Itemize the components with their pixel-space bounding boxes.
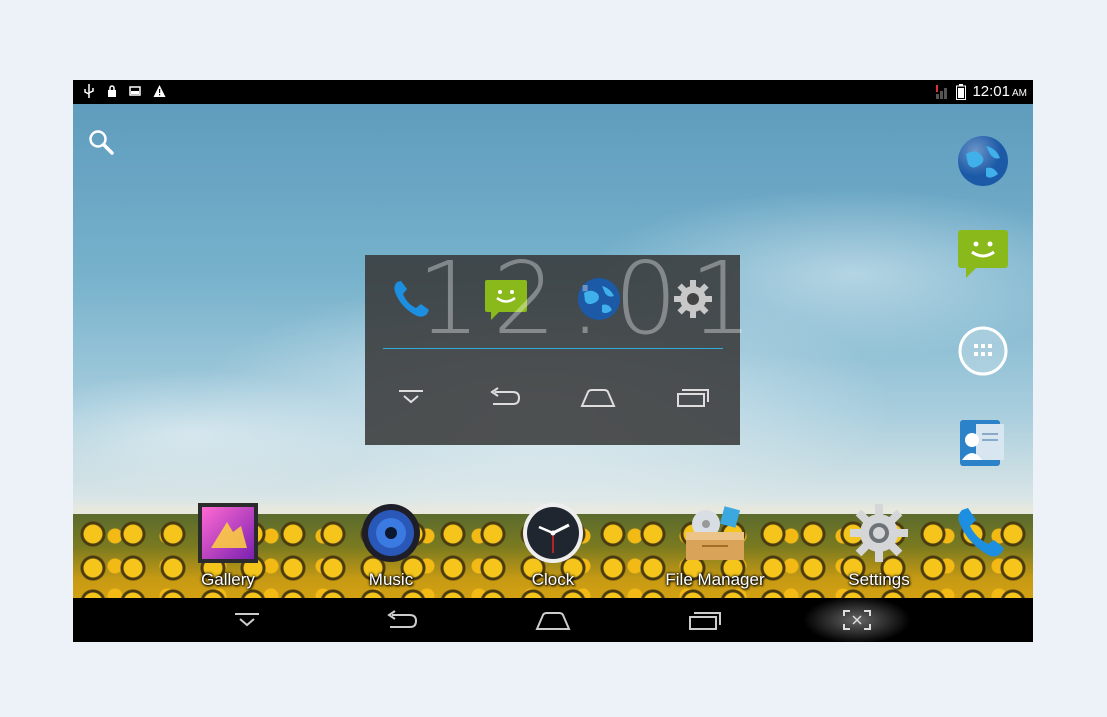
home-icon[interactable]	[580, 386, 616, 413]
usb-icon	[84, 84, 94, 98]
file-manager-icon	[682, 500, 748, 566]
home-app-row: Gallery Music Clock File Manager Setting…	[73, 500, 1033, 600]
status-time: 12:01 AM	[972, 83, 1027, 100]
back-icon[interactable]	[487, 386, 521, 413]
phone-icon	[950, 500, 1016, 566]
app-gallery[interactable]: Gallery	[168, 500, 288, 590]
gallery-icon	[195, 500, 261, 566]
notification-icons[interactable]	[83, 84, 166, 98]
panel-divider	[383, 348, 723, 349]
app-phone[interactable]	[923, 500, 1033, 570]
right-dock	[956, 134, 1016, 474]
screenshot-icon[interactable]	[817, 598, 897, 642]
hide-bar-icon[interactable]	[395, 387, 427, 412]
no-signal-icon	[936, 84, 948, 99]
recent-apps-icon[interactable]	[665, 598, 745, 642]
music-icon	[358, 500, 424, 566]
browser-icon[interactable]	[576, 276, 622, 327]
clock-icon	[520, 500, 586, 566]
quick-app-row	[365, 275, 740, 327]
contacts-icon[interactable]	[956, 416, 1010, 470]
navigation-bar	[73, 596, 1033, 642]
app-clock[interactable]: Clock	[493, 500, 613, 590]
search-icon[interactable]	[87, 128, 115, 161]
browser-icon[interactable]	[956, 134, 1010, 188]
app-file-manager[interactable]: File Manager	[655, 500, 775, 590]
warning-icon	[153, 85, 166, 97]
battery-icon	[956, 83, 967, 100]
device-screen: 12:01 AM 12:01 Gallery Music Clock File …	[73, 80, 1033, 642]
settings-icon	[846, 500, 912, 566]
messaging-icon[interactable]	[483, 276, 529, 327]
phone-icon[interactable]	[389, 276, 435, 327]
home-icon[interactable]	[513, 598, 593, 642]
settings-icon[interactable]	[670, 276, 716, 327]
all-apps-icon[interactable]	[956, 324, 1010, 378]
image-icon	[129, 86, 141, 96]
quick-launch-panel	[365, 255, 740, 445]
hide-bar-icon[interactable]	[207, 598, 287, 642]
recent-apps-icon[interactable]	[676, 386, 710, 413]
back-icon[interactable]	[361, 598, 441, 642]
app-music[interactable]: Music	[331, 500, 451, 590]
status-bar: 12:01 AM	[73, 80, 1033, 104]
quick-nav-row	[365, 377, 740, 421]
messaging-icon[interactable]	[956, 226, 1010, 280]
lock-icon	[108, 85, 116, 97]
app-settings[interactable]: Settings	[819, 500, 939, 590]
